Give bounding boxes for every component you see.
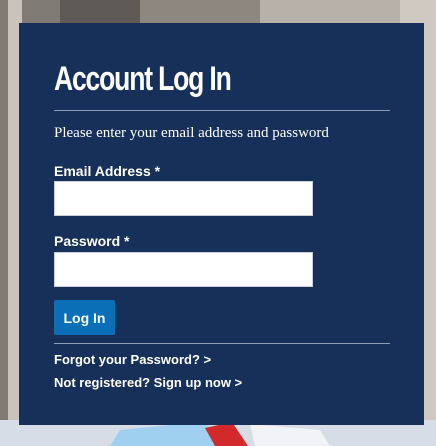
email-field[interactable] xyxy=(54,181,313,216)
login-button[interactable]: Log In xyxy=(54,300,115,335)
password-field[interactable] xyxy=(54,252,313,287)
sign-up-link[interactable]: Not registered? Sign up now > xyxy=(54,375,242,390)
links-divider xyxy=(54,343,390,344)
password-label: Password * xyxy=(54,233,130,249)
forgot-password-link[interactable]: Forgot your Password? > xyxy=(54,352,211,367)
title-divider xyxy=(54,110,390,111)
login-instructions: Please enter your email address and pass… xyxy=(54,125,329,141)
page-title: Account Log In xyxy=(54,60,232,98)
email-label: Email Address * xyxy=(54,163,161,179)
login-panel: Account Log In Please enter your email a… xyxy=(19,23,424,425)
